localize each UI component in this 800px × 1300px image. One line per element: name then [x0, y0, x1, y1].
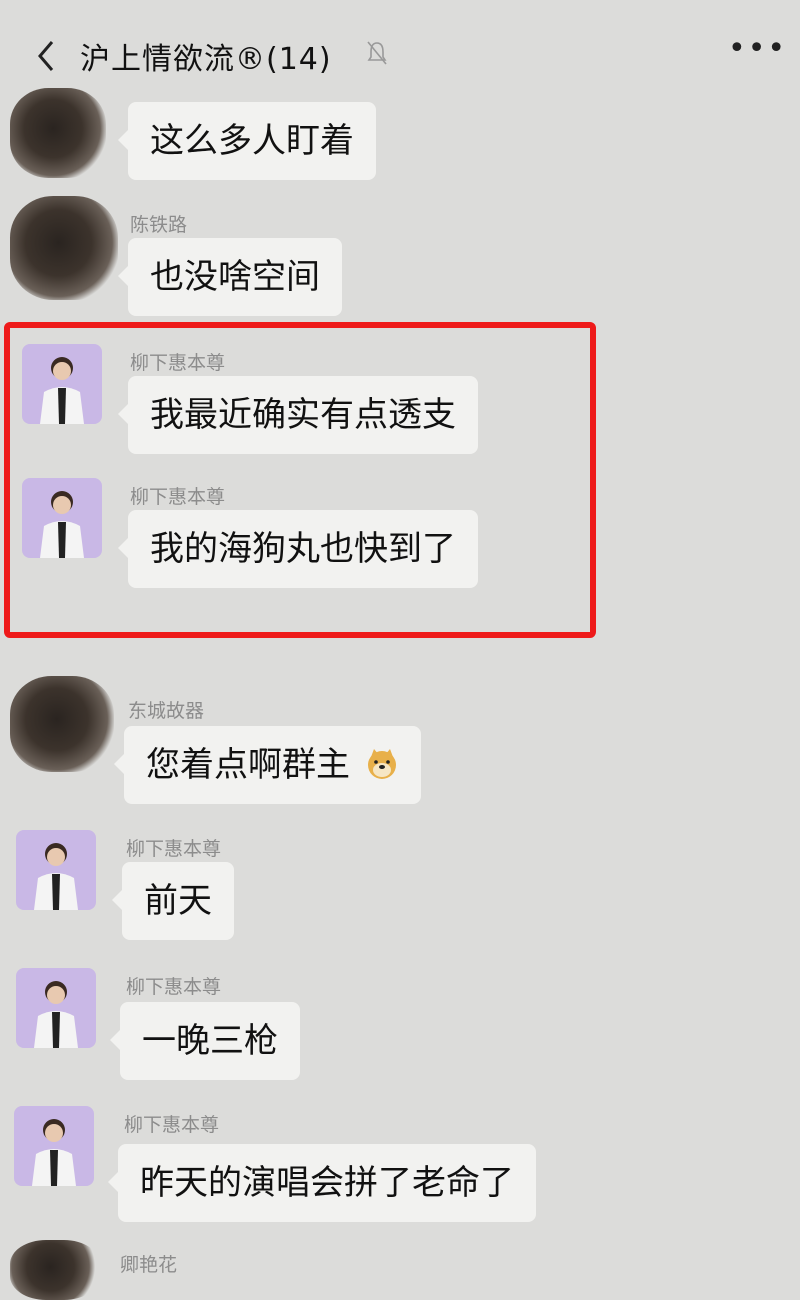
chat-header: 沪上情欲流®(14) •••	[0, 0, 800, 110]
avatar[interactable]	[10, 88, 106, 178]
avatar[interactable]	[10, 196, 118, 300]
message-text: 您着点啊群主	[146, 745, 350, 785]
avatar[interactable]	[16, 830, 96, 910]
message-bubble[interactable]: 前天	[112, 862, 234, 940]
chat-title: 沪上情欲流®(14)	[80, 42, 332, 77]
sender-name: 柳下惠本尊	[124, 1114, 220, 1136]
avatar[interactable]	[10, 676, 114, 772]
sender-name: 柳下惠本尊	[130, 486, 226, 508]
message-bubble[interactable]: 这么多人盯着	[118, 102, 376, 180]
avatar[interactable]	[22, 344, 102, 424]
sender-name: 陈铁路	[130, 214, 188, 236]
mute-bell-icon	[367, 41, 387, 65]
person-icon	[40, 357, 84, 424]
avatar[interactable]	[10, 1240, 100, 1300]
message-bubble[interactable]: 也没啥空间	[118, 238, 342, 316]
message-bubble[interactable]: 昨天的演唱会拼了老命了	[108, 1144, 536, 1222]
more-options-icon[interactable]: •••	[728, 34, 787, 64]
sender-name: 东城故器	[128, 700, 205, 722]
message-bubble[interactable]: 我的海狗丸也快到了	[118, 510, 478, 588]
avatar[interactable]	[16, 968, 96, 1048]
sender-name: 柳下惠本尊	[130, 352, 226, 374]
sender-name: 柳下惠本尊	[126, 976, 222, 998]
sender-name: 卿艳花	[120, 1254, 178, 1276]
back-icon[interactable]	[28, 34, 68, 78]
person-icon	[32, 1119, 76, 1186]
avatar[interactable]	[14, 1106, 94, 1186]
message-bubble[interactable]: 一晚三枪	[110, 1002, 300, 1080]
avatar[interactable]	[22, 478, 102, 558]
person-icon	[34, 981, 78, 1048]
message-bubble[interactable]: 我最近确实有点透支	[118, 376, 478, 454]
person-icon	[34, 843, 78, 910]
sender-name: 柳下惠本尊	[126, 838, 222, 860]
message-bubble[interactable]: 您着点啊群主	[114, 726, 421, 804]
person-icon	[40, 491, 84, 558]
doge-emoji-icon	[367, 748, 396, 779]
